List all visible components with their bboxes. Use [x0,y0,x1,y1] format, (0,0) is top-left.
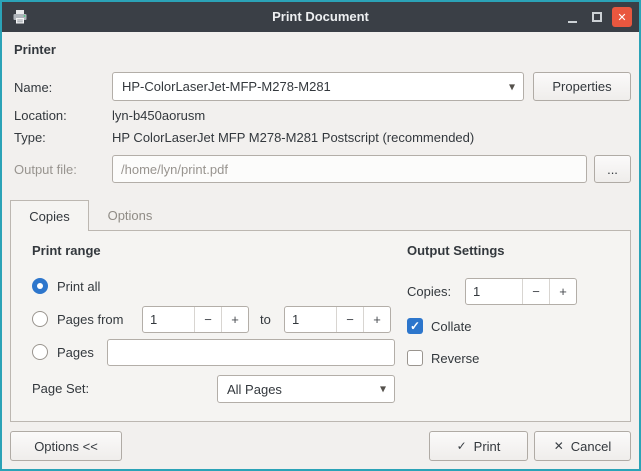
window-controls: ✕ [562,7,632,27]
collate-label: Collate [431,319,471,334]
titlebar[interactable]: Print Document ✕ [2,2,639,32]
type-label: Type: [14,130,46,145]
close-icon: ✕ [617,11,626,24]
pages-from-decrement-button[interactable]: − [194,307,221,332]
minimize-icon [568,21,577,23]
pages-from-radio[interactable] [32,311,48,327]
chevron-down-icon: ▾ [380,381,386,395]
copies-increment-button[interactable]: + [549,279,576,304]
pages-to-increment-button[interactable]: + [363,307,390,332]
pages-from-increment-button[interactable]: + [221,307,248,332]
location-label: Location: [14,108,67,123]
copies-spinner[interactable]: 1 − + [465,278,577,305]
options-toggle-button[interactable]: Options << [10,431,122,461]
maximize-icon [592,12,602,22]
copies-tab-panel: Print range Print all Pages from 1 − + t… [10,230,631,422]
location-value: lyn-b450aorusm [112,108,205,123]
printer-section-heading: Printer [14,42,56,57]
pages-label: Pages [57,345,94,360]
output-file-value: /home/lyn/print.pdf [121,162,228,177]
maximize-button[interactable] [587,7,607,27]
copies-decrement-button[interactable]: − [522,279,549,304]
window-title: Print Document [2,9,639,24]
reverse-label: Reverse [431,351,479,366]
cancel-button[interactable]: ✕ Cancel [534,431,631,461]
print-button[interactable]: ✓ Print [429,431,528,461]
collate-checkbox[interactable]: ✓ [407,318,423,334]
pages-input[interactable] [107,339,395,366]
ellipsis-icon: ... [607,162,618,177]
copies-label: Copies: [407,284,451,299]
pages-from-value: 1 [143,307,194,332]
print-range-heading: Print range [32,243,101,258]
chevron-down-icon: ▾ [509,79,515,93]
close-button[interactable]: ✕ [612,7,632,27]
minimize-button[interactable] [562,7,582,27]
page-set-label: Page Set: [32,381,89,396]
copies-value: 1 [466,279,522,304]
print-all-label: Print all [57,279,100,294]
output-settings-heading: Output Settings [407,243,505,258]
pages-from-label: Pages from [57,312,123,327]
tab-options[interactable]: Options [89,200,171,230]
pages-to-value: 1 [285,307,336,332]
printer-name-select[interactable]: HP-ColorLaserJet-MFP-M278-M281 ▾ [112,72,524,101]
check-icon: ✓ [410,319,420,333]
print-all-radio[interactable] [32,278,48,294]
pages-to-decrement-button[interactable]: − [336,307,363,332]
close-icon: ✕ [554,439,564,453]
pages-radio[interactable] [32,344,48,360]
properties-button[interactable]: Properties [533,72,631,101]
printer-name-label: Name: [14,80,52,95]
pages-to-spinner[interactable]: 1 − + [284,306,391,333]
page-set-select[interactable]: All Pages ▾ [217,375,395,403]
page-set-value: All Pages [227,382,282,397]
output-file-input[interactable]: /home/lyn/print.pdf [112,155,587,183]
output-file-label: Output file: [14,162,77,177]
print-dialog-window: Print Document ✕ Printer Name: HP-ColorL… [0,0,641,471]
type-value: HP ColorLaserJet MFP M278-M281 Postscrip… [112,130,474,145]
reverse-checkbox[interactable] [407,350,423,366]
check-icon: ✓ [457,439,467,453]
pages-from-spinner[interactable]: 1 − + [142,306,249,333]
printer-name-value: HP-ColorLaserJet-MFP-M278-M281 [122,79,331,94]
tab-copies[interactable]: Copies [10,200,89,231]
browse-button[interactable]: ... [594,155,631,183]
pages-to-label: to [260,312,271,327]
